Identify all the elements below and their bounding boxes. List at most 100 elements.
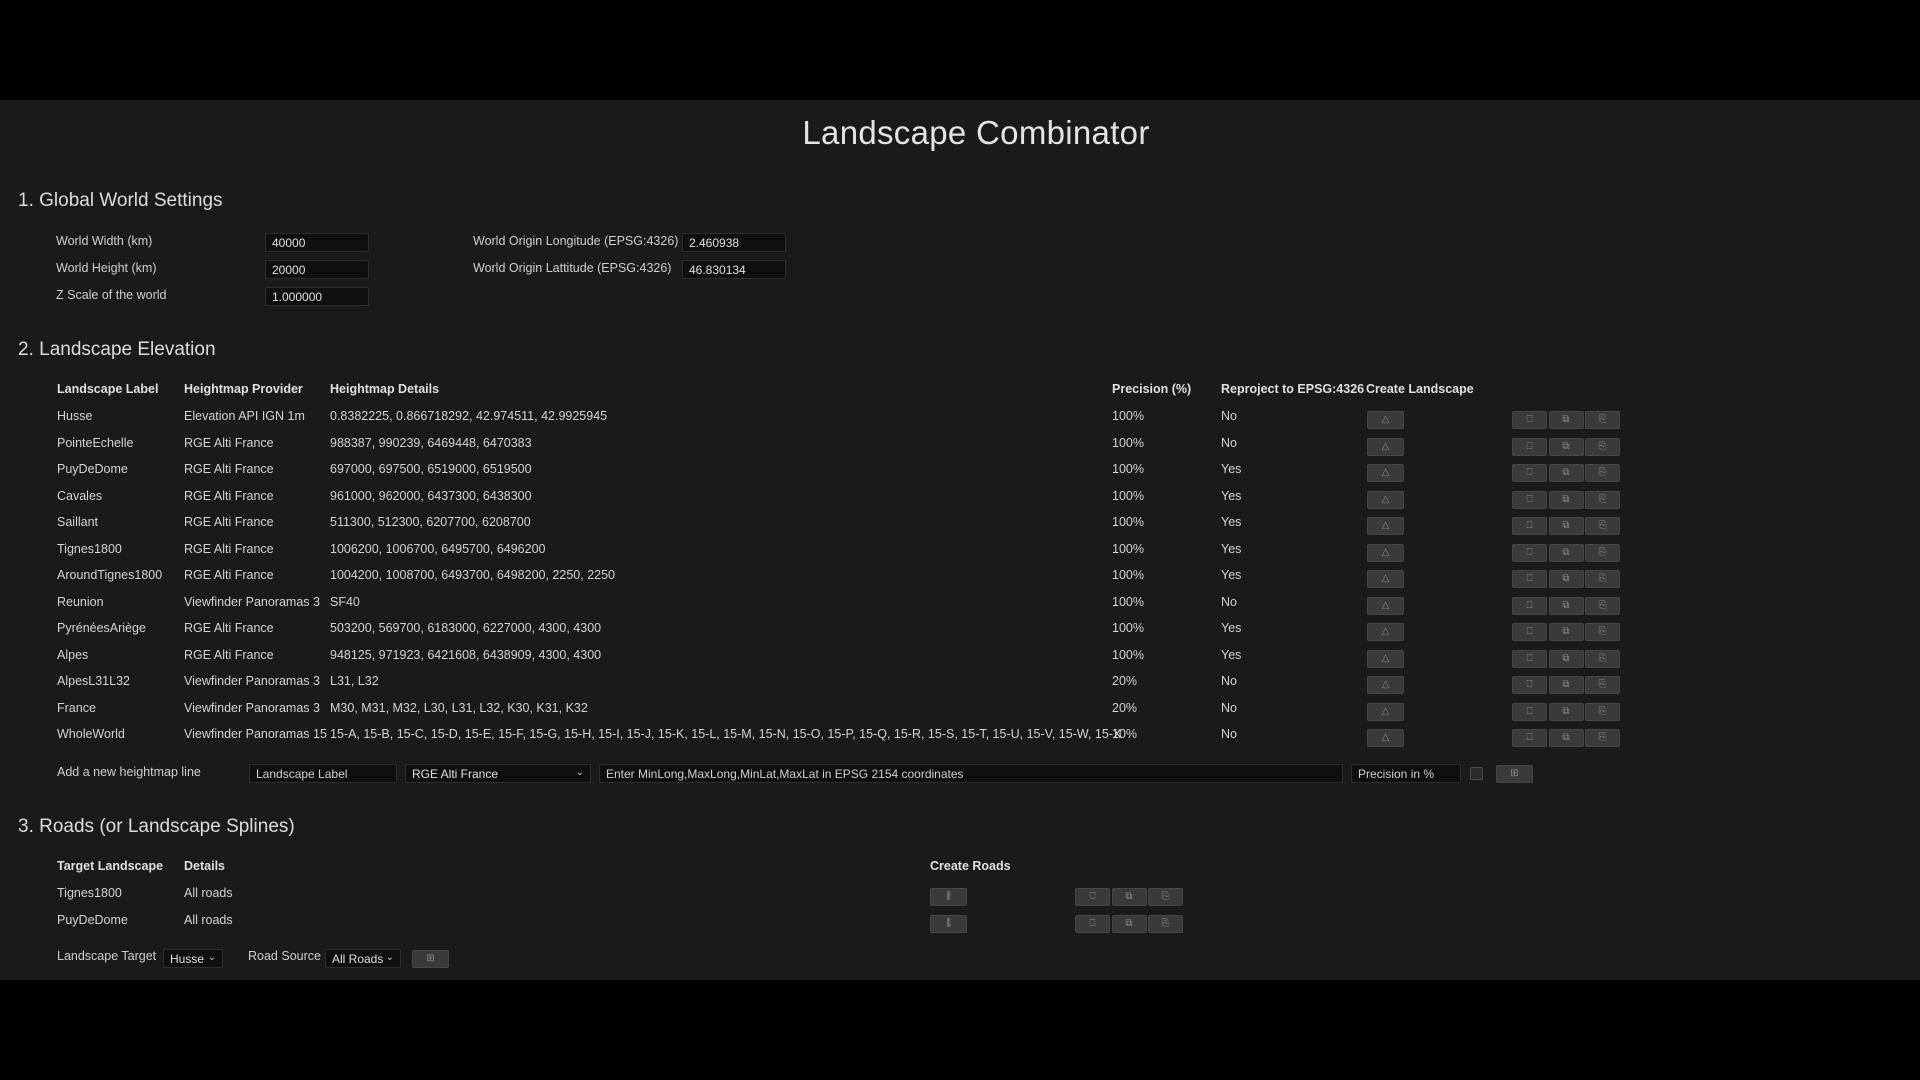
copy-icon: ⧉	[1562, 440, 1570, 452]
add-heightmap-button[interactable]: ⊞	[1496, 765, 1533, 783]
create-landscape-button[interactable]: △	[1367, 437, 1404, 456]
new-precision-input[interactable]: Precision in %	[1351, 764, 1461, 783]
copy-button[interactable]: ⧉	[1548, 490, 1584, 509]
delete-button[interactable]: ⎕	[1512, 464, 1547, 482]
landscape-target-select[interactable]: Husse ⌄	[163, 949, 223, 968]
create-landscape-button[interactable]: △	[1367, 676, 1404, 694]
row-provider: RGE Alti France	[184, 541, 274, 556]
paste-button[interactable]: ⎘	[1585, 464, 1620, 482]
paste-button[interactable]: ⎘	[1585, 596, 1620, 615]
table-row: Reunion Viewfinder Panoramas 3 SF40 100% No △…	[0, 595, 1920, 615]
paste-button[interactable]: ⎘	[1585, 543, 1620, 562]
create-landscape-button[interactable]: △	[1367, 543, 1404, 562]
copy-button[interactable]: ⧉	[1548, 543, 1584, 562]
create-roads-button[interactable]: ⫼	[930, 888, 967, 906]
copy-button[interactable]: ⧉	[1548, 437, 1584, 456]
new-provider-select[interactable]: RGE Alti France ⌄	[405, 764, 591, 783]
section-elevation-title: 2. Landscape Elevation	[18, 339, 216, 360]
row-details: 0.8382225, 0.866718292, 42.974511, 42.99…	[330, 409, 608, 423]
paste-button[interactable]: ⎘	[1585, 676, 1620, 694]
paste-button[interactable]: ⎘	[1585, 437, 1620, 456]
new-coordinates-input[interactable]: Enter MinLong,MaxLong,MinLat,MaxLat in E…	[599, 764, 1343, 783]
row-details: 503200, 569700, 6183000, 6227000, 4300, …	[330, 621, 602, 635]
col-header-create-landscape: Create Landscape	[1366, 382, 1474, 396]
trash-icon: ⎕	[1526, 599, 1533, 611]
create-landscape-button[interactable]: △	[1367, 570, 1404, 588]
copy-icon: ⧉	[1562, 546, 1570, 558]
paste-button[interactable]: ⎘	[1585, 411, 1620, 429]
copy-icon: ⧉	[1562, 599, 1570, 611]
delete-button[interactable]: ⎕	[1512, 517, 1547, 535]
road-source-select[interactable]: All Roads ⌄	[325, 949, 401, 968]
delete-button[interactable]: ⎕	[1075, 888, 1110, 906]
delete-button[interactable]: ⎕	[1512, 729, 1547, 747]
create-landscape-button[interactable]: △	[1367, 702, 1404, 721]
row-details: 1004200, 1008700, 6493700, 6498200, 2250…	[330, 568, 615, 582]
copy-button[interactable]: ⧉	[1548, 729, 1584, 747]
paste-button[interactable]: ⎘	[1585, 649, 1620, 668]
delete-button[interactable]: ⎕	[1512, 623, 1547, 641]
create-landscape-button[interactable]: △	[1367, 596, 1404, 615]
delete-button[interactable]: ⎕	[1512, 702, 1547, 721]
create-landscape-button[interactable]: △	[1367, 517, 1404, 535]
delete-button[interactable]: ⎕	[1512, 490, 1547, 509]
row-landscape-label: Cavales	[57, 488, 103, 503]
delete-button[interactable]: ⎕	[1512, 543, 1547, 562]
create-landscape-button[interactable]: △	[1367, 411, 1404, 429]
copy-button[interactable]: ⧉	[1548, 649, 1584, 668]
copy-button[interactable]: ⧉	[1548, 596, 1584, 615]
delete-button[interactable]: ⎕	[1075, 914, 1110, 933]
row-provider: RGE Alti France	[184, 621, 274, 635]
copy-button[interactable]: ⧉	[1111, 888, 1147, 906]
chevron-down-icon: ⌄	[207, 952, 216, 963]
mountain-icon: △	[1381, 652, 1390, 664]
paste-button[interactable]: ⎘	[1585, 623, 1620, 641]
create-landscape-button[interactable]: △	[1367, 649, 1404, 668]
table-row: PyrénéesAriège RGE Alti France 503200, 569…	[0, 621, 1920, 641]
delete-button[interactable]: ⎕	[1512, 649, 1547, 668]
origin-longitude-input[interactable]: 2.460938	[682, 233, 786, 252]
delete-button[interactable]: ⎕	[1512, 596, 1547, 615]
add-road-button[interactable]: ⊞	[412, 950, 449, 968]
copy-button[interactable]: ⧉	[1548, 411, 1584, 429]
world-width-input[interactable]: 40000	[265, 233, 369, 252]
trash-icon: ⎕	[1526, 679, 1533, 690]
paste-button[interactable]: ⎘	[1148, 888, 1183, 906]
paste-button[interactable]: ⎘	[1585, 729, 1620, 747]
create-landscape-button[interactable]: △	[1367, 490, 1404, 509]
create-landscape-button[interactable]: △	[1367, 623, 1404, 641]
delete-button[interactable]: ⎕	[1512, 437, 1547, 456]
paste-button[interactable]: ⎘	[1585, 490, 1620, 509]
paste-button[interactable]: ⎘	[1148, 914, 1183, 933]
page-title: Landscape Combinator	[802, 114, 1150, 151]
paste-button[interactable]: ⎘	[1585, 570, 1620, 588]
create-landscape-button[interactable]: △	[1367, 729, 1404, 747]
copy-button[interactable]: ⧉	[1548, 570, 1584, 588]
row-details: 988387, 990239, 6469448, 6470383	[330, 435, 532, 450]
paste-button[interactable]: ⎘	[1585, 702, 1620, 721]
copy-button[interactable]: ⧉	[1548, 623, 1584, 641]
delete-button[interactable]: ⎕	[1512, 570, 1547, 588]
row-reproject: Yes	[1221, 568, 1242, 582]
copy-button[interactable]: ⧉	[1548, 464, 1584, 482]
new-landscape-label-input[interactable]: Landscape Label	[249, 764, 397, 783]
row-reproject: No	[1221, 409, 1237, 423]
row-details: L31, L32	[330, 674, 379, 688]
paste-icon: ⎘	[1598, 546, 1607, 558]
copy-button[interactable]: ⧉	[1111, 914, 1147, 933]
table-row: France Viewfinder Panoramas 3 M30, M31, M3…	[0, 701, 1920, 721]
delete-button[interactable]: ⎕	[1512, 676, 1547, 694]
copy-button[interactable]: ⧉	[1548, 517, 1584, 535]
trash-icon: ⎕	[1526, 520, 1533, 531]
delete-button[interactable]: ⎕	[1512, 411, 1547, 429]
main-panel: Landscape Combinator 1. Global World Set…	[0, 100, 1920, 980]
copy-button[interactable]: ⧉	[1548, 702, 1584, 721]
create-roads-button[interactable]: ⫼	[930, 914, 967, 933]
copy-button[interactable]: ⧉	[1548, 676, 1584, 694]
create-landscape-button[interactable]: △	[1367, 464, 1404, 482]
z-scale-input[interactable]: 1.000000	[265, 287, 369, 306]
paste-button[interactable]: ⎘	[1585, 517, 1620, 535]
new-reproject-checkbox[interactable]	[1470, 767, 1483, 780]
world-height-input[interactable]: 20000	[265, 260, 369, 279]
origin-latitude-input[interactable]: 46.830134	[682, 260, 786, 279]
